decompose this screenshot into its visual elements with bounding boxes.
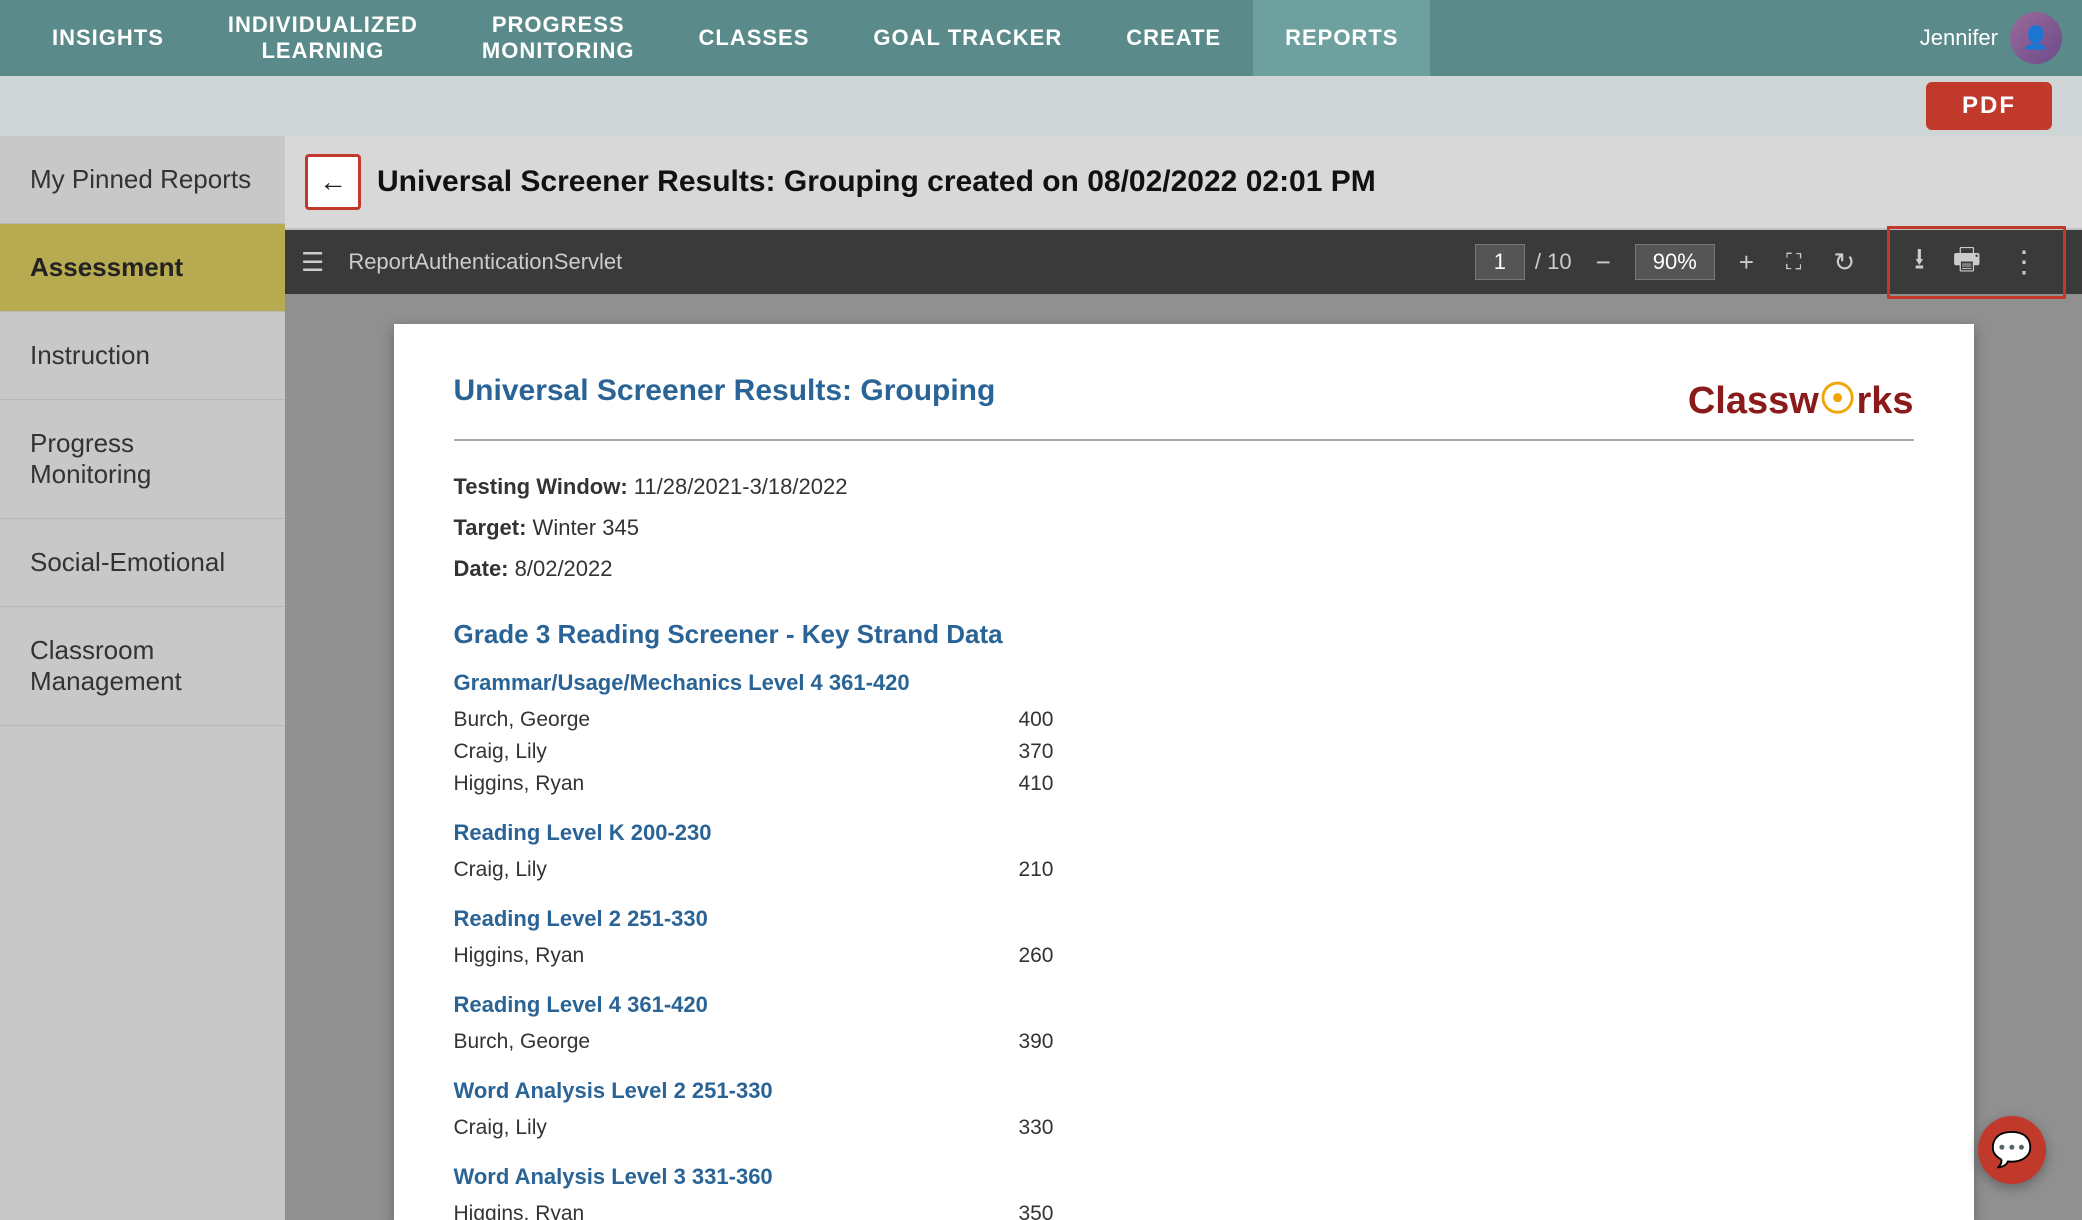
document-page: Universal Screener Results: Grouping Cla…	[394, 324, 1974, 1220]
pdf-page-separator: / 10	[1535, 249, 1572, 275]
document-meta-testing-window: Testing Window: 11/28/2021-3/18/2022	[454, 469, 1914, 504]
group-title-4: Word Analysis Level 2 251-330	[454, 1078, 1914, 1104]
student-name: Burch, George	[454, 708, 591, 732]
chat-icon: 💬	[1991, 1130, 2033, 1170]
student-score: 210	[1018, 858, 1053, 882]
pdf-export-button[interactable]: PDF	[1926, 82, 2052, 130]
main-layout: My Pinned Reports Assessment Instruction…	[0, 136, 2082, 1220]
sidebar: My Pinned Reports Assessment Instruction…	[0, 136, 285, 1220]
sidebar-item-instruction[interactable]: Instruction	[0, 312, 285, 400]
table-row: Burch, George 390	[454, 1026, 1054, 1058]
page-title-bar: ← Universal Screener Results: Grouping c…	[285, 136, 2082, 230]
student-score: 260	[1018, 944, 1053, 968]
sidebar-item-social-emotional[interactable]: Social-Emotional	[0, 519, 285, 607]
pdf-fit-icon[interactable]: ⛶	[1778, 245, 1809, 279]
back-button[interactable]: ←	[305, 154, 361, 210]
pdf-more-icon[interactable]: ⋮	[1997, 241, 2051, 284]
sidebar-item-progress-monitoring[interactable]: Progress Monitoring	[0, 400, 285, 519]
document-title: Universal Screener Results: Grouping	[454, 374, 996, 408]
student-score: 370	[1018, 740, 1053, 764]
content-area: ← Universal Screener Results: Grouping c…	[285, 136, 2082, 1220]
chat-button[interactable]: 💬	[1978, 1116, 2046, 1184]
student-score: 330	[1018, 1116, 1053, 1140]
group-title-3: Reading Level 4 361-420	[454, 992, 1914, 1018]
student-score: 390	[1018, 1030, 1053, 1054]
table-row: Craig, Lily 370	[454, 736, 1054, 768]
top-navigation: INSIGHTS INDIVIDUALIZED LEARNING PROGRES…	[0, 0, 2082, 76]
table-row: Higgins, Ryan 410	[454, 768, 1054, 800]
pdf-filename: ReportAuthenticationServlet	[348, 249, 1459, 275]
pdf-bar: PDF	[0, 76, 2082, 136]
user-name: Jennifer	[1920, 25, 1998, 51]
nav-reports[interactable]: REPORTS	[1253, 0, 1430, 76]
user-area: Jennifer 👤	[1920, 12, 2062, 64]
sidebar-item-classroom-management[interactable]: Classroom Management	[0, 607, 285, 726]
student-name: Craig, Lily	[454, 1116, 547, 1140]
pdf-menu-icon[interactable]: ☰	[301, 247, 324, 278]
student-score: 410	[1018, 772, 1053, 796]
student-score: 400	[1018, 708, 1053, 732]
pdf-actions-toolbar: ⭳ 🖶 ⋮	[1887, 226, 2066, 299]
document-divider	[454, 439, 1914, 441]
student-name: Craig, Lily	[454, 858, 547, 882]
pdf-print-icon[interactable]: 🖶	[1941, 233, 1993, 292]
nav-goal-tracker[interactable]: GOAL TRACKER	[841, 0, 1094, 76]
pdf-toolbar: ☰ ReportAuthenticationServlet / 10 − + ⛶…	[285, 230, 2082, 294]
table-row: Higgins, Ryan 350	[454, 1198, 1054, 1220]
sidebar-item-assessment[interactable]: Assessment	[0, 224, 285, 312]
document-header: Universal Screener Results: Grouping Cla…	[454, 374, 1914, 423]
sidebar-item-my-pinned-reports[interactable]: My Pinned Reports	[0, 136, 285, 224]
table-row: Craig, Lily 210	[454, 854, 1054, 886]
pdf-rotate-icon[interactable]: ↻	[1825, 243, 1863, 282]
pdf-zoom-in-icon[interactable]: +	[1731, 243, 1762, 282]
group-title-1: Reading Level K 200-230	[454, 820, 1914, 846]
student-name: Higgins, Ryan	[454, 772, 585, 796]
nav-create[interactable]: CREATE	[1094, 0, 1253, 76]
table-row: Burch, George 400	[454, 704, 1054, 736]
user-avatar[interactable]: 👤	[2010, 12, 2062, 64]
group-title-2: Reading Level 2 251-330	[454, 906, 1914, 932]
pdf-zoom-out-icon[interactable]: −	[1588, 243, 1619, 282]
student-name: Craig, Lily	[454, 740, 547, 764]
document-section-title: Grade 3 Reading Screener - Key Strand Da…	[454, 619, 1914, 650]
student-name: Higgins, Ryan	[454, 944, 585, 968]
document-groups: Grammar/Usage/Mechanics Level 4 361-420 …	[454, 670, 1914, 1220]
table-row: Higgins, Ryan 260	[454, 940, 1054, 972]
student-score: 350	[1018, 1202, 1053, 1220]
classworks-logo: Classw☉rks	[1688, 374, 1914, 423]
nav-progress-monitoring[interactable]: PROGRESS MONITORING	[450, 0, 667, 76]
document-meta-date: Date: 8/02/2022	[454, 551, 1914, 586]
group-title-0: Grammar/Usage/Mechanics Level 4 361-420	[454, 670, 1914, 696]
document-meta-target: Target: Winter 345	[454, 510, 1914, 545]
pdf-download-icon[interactable]: ⭳	[1902, 233, 1937, 292]
pdf-zoom-input[interactable]	[1635, 244, 1715, 280]
document-container: Universal Screener Results: Grouping Cla…	[285, 294, 2082, 1220]
nav-individualized-learning[interactable]: INDIVIDUALIZED LEARNING	[196, 0, 450, 76]
back-arrow-icon: ←	[319, 166, 347, 198]
nav-classes[interactable]: CLASSES	[667, 0, 842, 76]
student-name: Burch, George	[454, 1030, 591, 1054]
nav-insights[interactable]: INSIGHTS	[20, 0, 196, 76]
pdf-pagination: / 10	[1475, 244, 1572, 280]
table-row: Craig, Lily 330	[454, 1112, 1054, 1144]
page-title: Universal Screener Results: Grouping cre…	[377, 165, 1376, 199]
student-name: Higgins, Ryan	[454, 1202, 585, 1220]
group-title-5: Word Analysis Level 3 331-360	[454, 1164, 1914, 1190]
pdf-page-input[interactable]	[1475, 244, 1525, 280]
pdf-zoom-area	[1635, 244, 1715, 280]
